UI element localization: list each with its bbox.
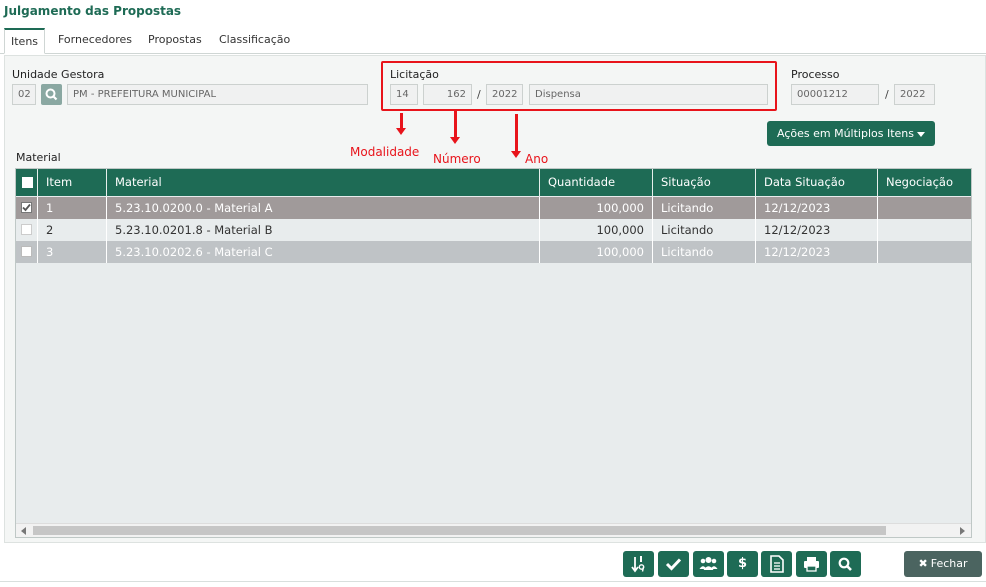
cell-situacao: Licitando (653, 219, 756, 241)
row-checkbox[interactable] (21, 246, 32, 257)
unidade-code-field[interactable]: 02 (12, 84, 36, 105)
table-row[interactable]: 2 5.23.10.0201.8 - Material B 100,000 Li… (16, 219, 971, 241)
unidade-name-field[interactable]: PM - PREFEITURA MUNICIPAL (67, 84, 368, 105)
row-select-cell (16, 197, 38, 219)
col-header-situacao[interactable]: Situação (653, 169, 756, 196)
processo-ano-field[interactable]: 2022 (894, 84, 935, 105)
close-icon: ✖ (918, 557, 928, 570)
fornecedores-button[interactable] (693, 551, 724, 577)
scroll-right-arrow-icon[interactable] (960, 527, 965, 535)
modalidade-arrow (396, 113, 406, 135)
row-checkbox[interactable] (21, 224, 32, 235)
cell-data-situacao: 12/12/2023 (756, 241, 878, 263)
cell-negociacao (878, 219, 971, 241)
modalidade-annotation: Modalidade (350, 145, 420, 159)
select-all-checkbox[interactable] (22, 177, 33, 188)
search-icon (45, 88, 58, 101)
licitacao-label: Licitação (390, 68, 439, 81)
ano-arrow (511, 114, 521, 158)
fechar-button[interactable]: ✖ Fechar (904, 551, 982, 577)
table-row[interactable]: 3 5.23.10.0202.6 - Material C 100,000 Li… (16, 241, 971, 263)
cell-material: 5.23.10.0201.8 - Material B (107, 219, 540, 241)
material-section-label: Material (16, 151, 61, 164)
cell-material: 5.23.10.0200.0 - Material A (107, 197, 540, 219)
users-icon (699, 557, 718, 570)
row-select-cell (16, 219, 38, 241)
col-header-material[interactable]: Material (107, 169, 540, 196)
unidade-search-button[interactable] (41, 84, 62, 105)
confirm-button[interactable] (658, 551, 689, 577)
cell-situacao: Licitando (653, 197, 756, 219)
print-icon (804, 557, 819, 572)
cell-data-situacao: 12/12/2023 (756, 197, 878, 219)
processo-label: Processo (791, 68, 840, 81)
tab-itens[interactable]: Itens (4, 28, 46, 54)
cell-negociacao (878, 197, 971, 219)
divider (0, 581, 986, 582)
cell-item: 1 (38, 197, 107, 219)
horizontal-scrollbar[interactable] (16, 523, 971, 537)
check-icon (22, 203, 31, 212)
cell-data-situacao: 12/12/2023 (756, 219, 878, 241)
tab-classificacao[interactable]: Classificação (213, 28, 296, 54)
sort-numeric-icon (631, 556, 645, 573)
document-button[interactable] (761, 551, 792, 577)
cell-situacao: Licitando (653, 241, 756, 263)
search-button[interactable] (830, 551, 861, 577)
cell-quantidade: 100,000 (540, 241, 653, 263)
table-header: Item Material Quantidade Situação Data S… (16, 169, 971, 196)
cell-material: 5.23.10.0202.6 - Material C (107, 241, 540, 263)
col-header-quantidade[interactable]: Quantidade (540, 169, 653, 196)
cell-item: 2 (38, 219, 107, 241)
licitacao-numero-field[interactable]: 162 (423, 84, 472, 105)
caret-down-icon (917, 131, 925, 137)
licitacao-modalidade-field[interactable]: 14 (390, 84, 418, 105)
scrollbar-thumb[interactable] (33, 526, 886, 535)
sort-numeric-button[interactable] (623, 551, 654, 577)
header-select-all (16, 169, 38, 196)
licitacao-descricao-field[interactable]: Dispensa (529, 84, 768, 105)
unidade-gestora-label: Unidade Gestora (12, 68, 105, 81)
cell-negociacao (878, 241, 971, 263)
print-button[interactable] (796, 551, 827, 577)
numero-annotation: Número (433, 152, 481, 166)
cell-quantidade: 100,000 (540, 219, 653, 241)
slash-separator: / (885, 88, 889, 101)
cell-quantidade: 100,000 (540, 197, 653, 219)
scroll-left-arrow-icon[interactable] (21, 527, 26, 535)
table-row[interactable]: 1 5.23.10.0200.0 - Material A 100,000 Li… (16, 197, 971, 219)
tab-bar: Itens Fornecedores Propostas Classificaç… (0, 26, 986, 54)
col-header-data-situacao[interactable]: Data Situação (756, 169, 878, 196)
col-header-negociacao[interactable]: Negociação (878, 169, 971, 196)
acoes-multiplos-itens-button[interactable]: Ações em Múltiplos Itens (767, 121, 935, 146)
ano-annotation: Ano (525, 152, 549, 166)
dollar-icon: $ (737, 556, 748, 571)
licitacao-ano-field[interactable]: 2022 (486, 84, 523, 105)
fechar-label: Fechar (930, 557, 968, 570)
numero-arrow (450, 110, 460, 144)
slash-separator: / (477, 88, 481, 101)
dollar-button[interactable]: $ (727, 551, 758, 577)
items-table: Item Material Quantidade Situação Data S… (15, 168, 972, 538)
check-icon (665, 558, 682, 571)
acoes-button-label: Ações em Múltiplos Itens (777, 127, 914, 140)
tab-fornecedores[interactable]: Fornecedores (52, 28, 138, 54)
processo-numero-field[interactable]: 00001212 (791, 84, 879, 105)
page-title: Julgamento das Propostas (4, 4, 182, 18)
search-icon (838, 557, 852, 571)
col-header-item[interactable]: Item (38, 169, 107, 196)
document-icon (770, 555, 784, 573)
cell-item: 3 (38, 241, 107, 263)
row-select-cell (16, 241, 38, 263)
row-checkbox[interactable] (21, 202, 32, 213)
tab-propostas[interactable]: Propostas (142, 28, 208, 54)
